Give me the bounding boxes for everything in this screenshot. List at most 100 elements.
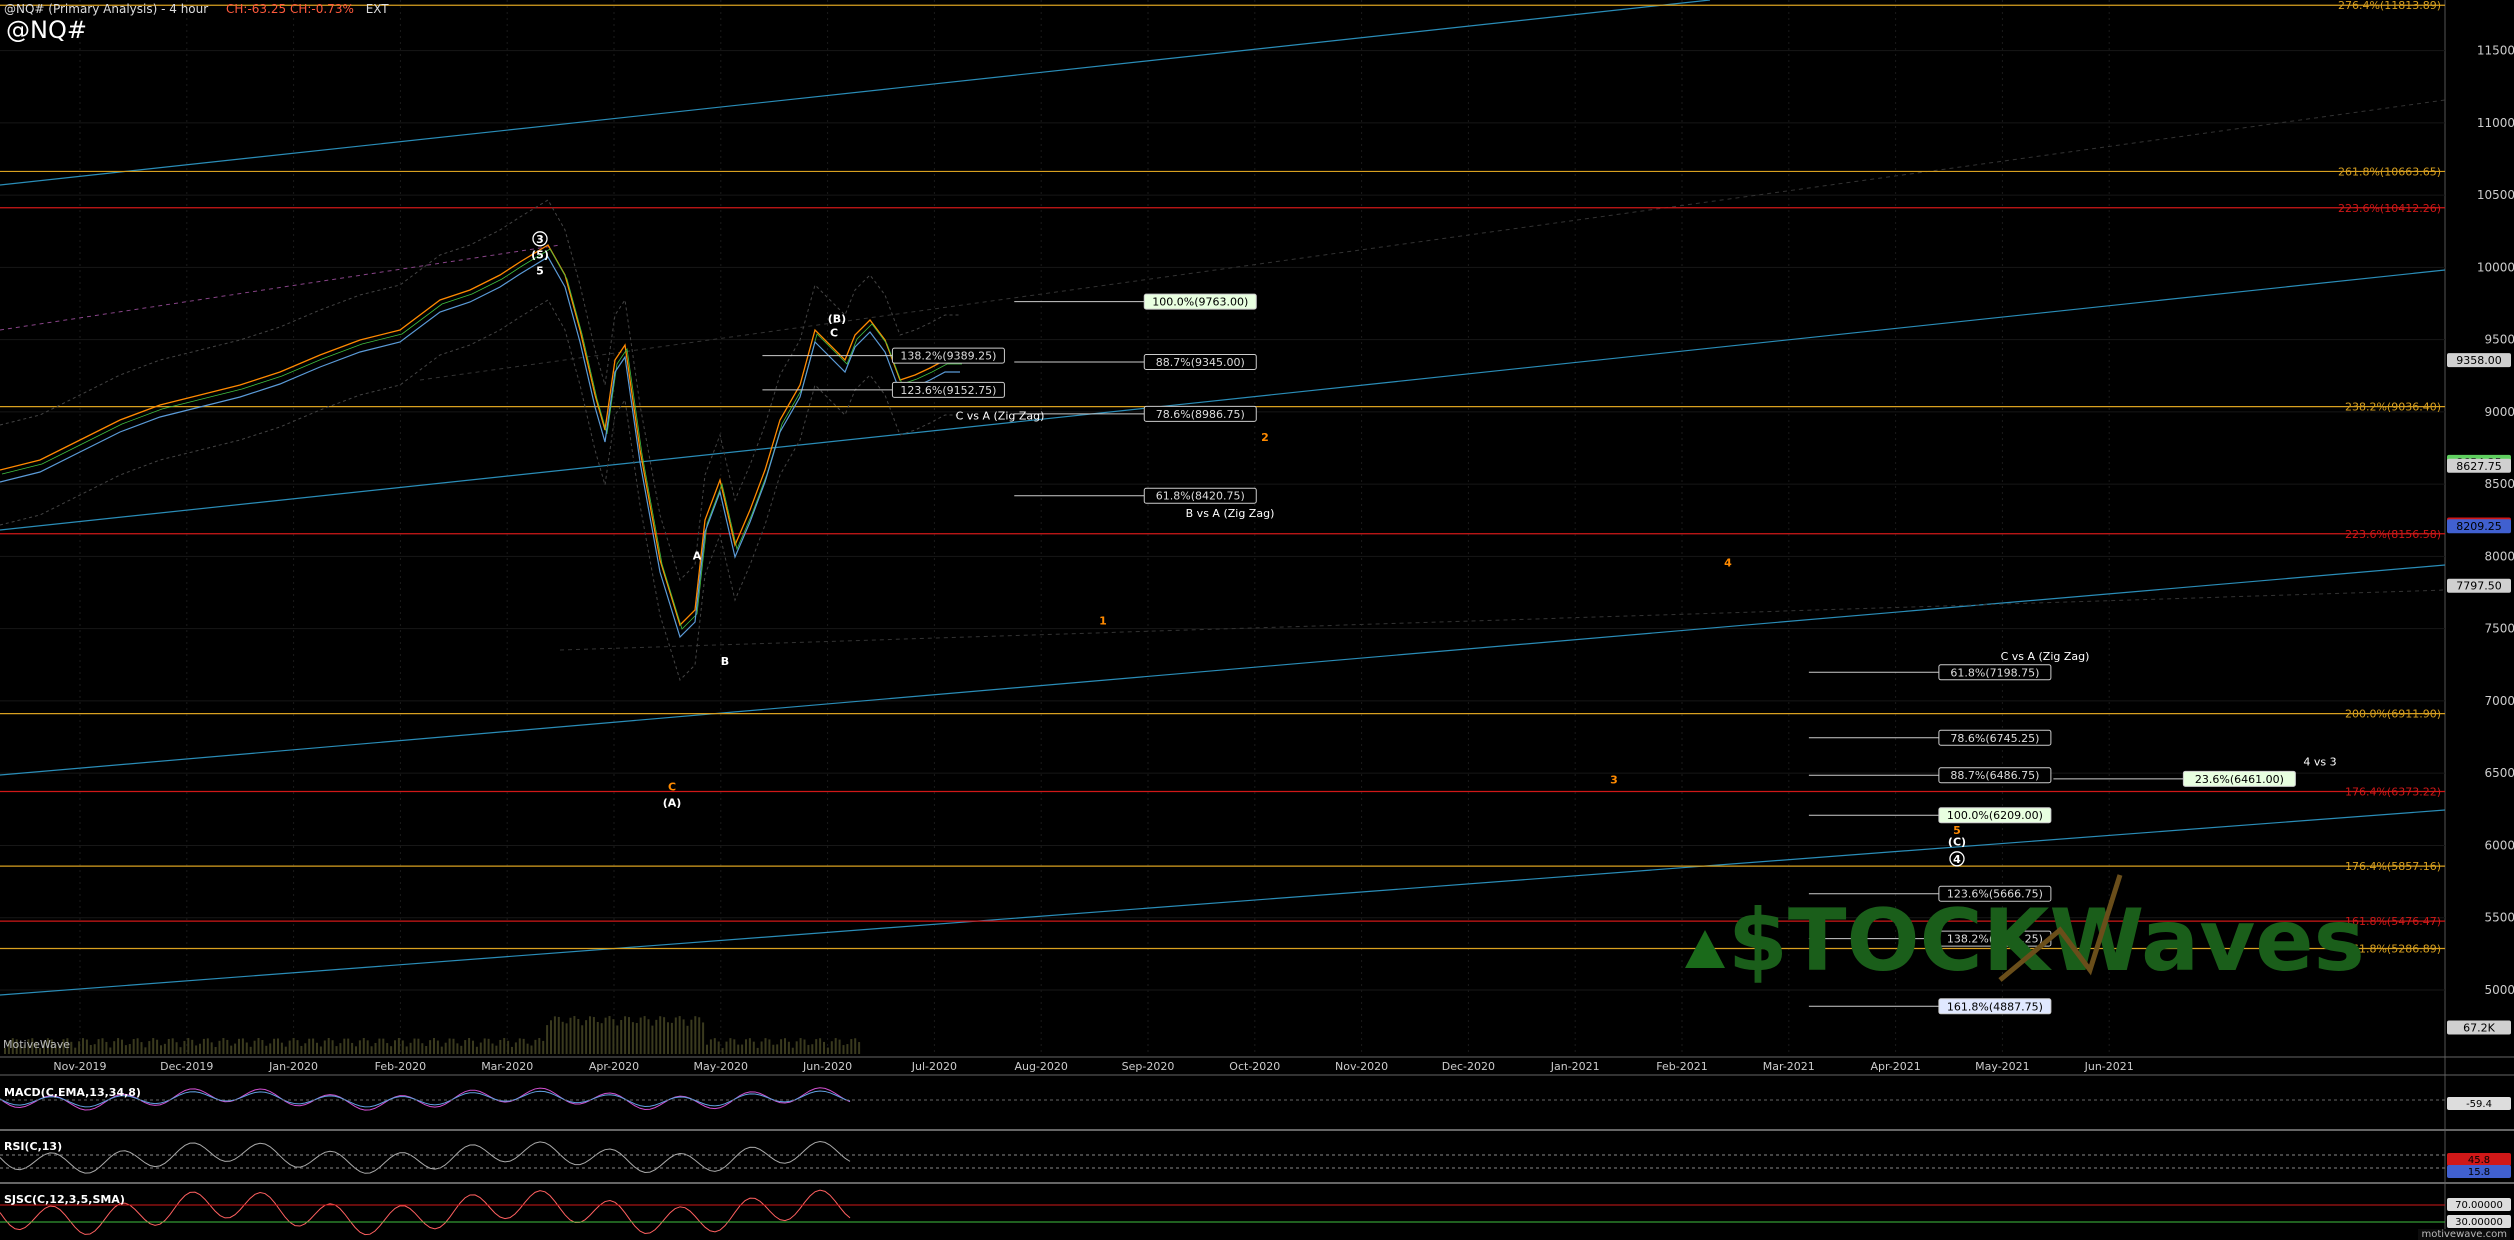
volume-bar xyxy=(308,1038,311,1054)
rsi-label: RSI(C,13) xyxy=(4,1140,63,1153)
volume-bar xyxy=(386,1043,389,1054)
volume-bar xyxy=(195,1045,198,1054)
volume-bar xyxy=(452,1038,455,1054)
chart-title: @NQ# (Primary Analysis) - 4 hour xyxy=(4,2,209,16)
volume-bar xyxy=(702,1022,705,1054)
y-tick-label: 11500 xyxy=(2477,44,2514,58)
volume-bar xyxy=(698,1017,701,1054)
wave-label: 2 xyxy=(1261,431,1269,444)
volume-bar xyxy=(780,1039,783,1054)
volume-bar xyxy=(82,1038,84,1054)
volume-bar xyxy=(296,1040,299,1054)
price-tag-label: 9358.00 xyxy=(2456,354,2502,367)
volume-bar xyxy=(222,1038,225,1054)
macd-label: MACD(C,EMA,13,34,8) xyxy=(4,1086,141,1099)
volume-bar xyxy=(604,1017,607,1054)
volume-bar xyxy=(733,1039,736,1054)
volume-bar xyxy=(787,1041,790,1054)
volume-bar xyxy=(709,1039,712,1054)
volume-bar xyxy=(234,1043,237,1054)
price-line-green xyxy=(1,248,962,630)
volume-bar xyxy=(113,1041,116,1054)
sto-line xyxy=(0,1189,851,1236)
wave-label: C xyxy=(668,781,676,794)
volume-bar xyxy=(304,1043,307,1054)
volume-bar xyxy=(460,1045,463,1054)
volume-bar xyxy=(394,1040,396,1054)
volume-bar xyxy=(573,1016,576,1054)
volume-bar xyxy=(288,1040,291,1054)
fib-level-label: 200.0%(6911.90) xyxy=(2345,708,2441,721)
annotation-label: B vs A (Zig Zag) xyxy=(1186,507,1275,520)
volume-bar xyxy=(479,1042,482,1054)
volume-bar xyxy=(748,1038,751,1054)
volume-bar xyxy=(397,1038,400,1054)
y-tick-label: 7000 xyxy=(2484,694,2514,708)
volume-bar xyxy=(355,1046,357,1054)
volume-bar xyxy=(729,1038,732,1054)
y-tick-label: 6000 xyxy=(2484,838,2514,852)
volume-bar xyxy=(826,1047,829,1054)
volume-bar xyxy=(799,1038,802,1054)
volume-bar xyxy=(218,1040,221,1054)
volume-bar xyxy=(815,1039,818,1054)
volume-bar xyxy=(760,1041,763,1054)
volume-bar xyxy=(109,1047,112,1054)
volume-bar xyxy=(199,1043,201,1054)
volume-bar xyxy=(358,1040,361,1054)
wave-label: C xyxy=(830,327,838,340)
volume-bar xyxy=(440,1046,443,1054)
price-chart[interactable]: Nov-2019 Dec-2019 Jan-2020 Feb-2020 Mar-2020… xyxy=(0,0,2514,1240)
target-label: 78.6%(6745.25) xyxy=(1950,732,2039,745)
indicator-tag-label: 45.8 xyxy=(2468,1155,2490,1166)
volume-bar xyxy=(643,1016,646,1054)
volume-bar xyxy=(838,1039,841,1054)
volume-bar xyxy=(331,1040,334,1054)
volume-bar xyxy=(842,1045,845,1054)
volume-bar xyxy=(530,1045,533,1054)
volume-bar xyxy=(456,1043,459,1054)
price-tag-label: 7797.50 xyxy=(2456,580,2502,593)
volume-bar xyxy=(390,1046,393,1054)
fib-level-label: 176.4%(6373.22) xyxy=(2345,786,2441,799)
volume-bar xyxy=(569,1017,572,1054)
volume-bar xyxy=(628,1017,630,1054)
volume-bar xyxy=(319,1046,322,1054)
volume-bar xyxy=(655,1019,658,1054)
volume-bar xyxy=(670,1022,673,1054)
target-label: 88.7%(6486.75) xyxy=(1950,769,2039,782)
volume-bar xyxy=(557,1016,560,1054)
volume-bar xyxy=(121,1039,123,1054)
volume-bar xyxy=(202,1038,205,1054)
x-tick-label: Dec-2019 xyxy=(160,1060,213,1073)
wave-label: (5) xyxy=(531,249,549,262)
target-label: 88.7%(9345.00) xyxy=(1156,356,1245,369)
volume-bar xyxy=(300,1045,303,1054)
volume-bar xyxy=(546,1025,549,1054)
target-label: 100.0%(6209.00) xyxy=(1947,809,2043,822)
indicator-tag-label: 70.00000 xyxy=(2455,1200,2503,1211)
volume-bar xyxy=(592,1017,595,1054)
volume-bar xyxy=(351,1042,354,1054)
volume-bar xyxy=(585,1020,588,1054)
volume-bar xyxy=(245,1042,248,1054)
wave-label: (A) xyxy=(663,796,682,809)
volume-bar xyxy=(444,1042,447,1054)
volume-bar xyxy=(226,1039,229,1054)
volume-bar xyxy=(499,1039,502,1054)
x-tick-label: May-2020 xyxy=(694,1060,749,1073)
volume-bar xyxy=(117,1038,120,1054)
volume-bar xyxy=(472,1040,474,1054)
volume-bar xyxy=(678,1016,681,1054)
volume-bar xyxy=(128,1044,131,1054)
fib-level-label: 276.4%(11813.89) xyxy=(2338,0,2441,12)
volume-bar xyxy=(433,1038,435,1054)
volume-bar xyxy=(269,1043,272,1054)
volume-bar xyxy=(316,1042,318,1054)
channel-line-2 xyxy=(0,564,2446,776)
price-tag-label: 67.2K xyxy=(2463,1022,2495,1035)
wave-label: 5 xyxy=(1953,824,1961,837)
volume-bar xyxy=(663,1017,666,1054)
volume-bar xyxy=(401,1040,404,1054)
volume-bar xyxy=(803,1039,806,1054)
